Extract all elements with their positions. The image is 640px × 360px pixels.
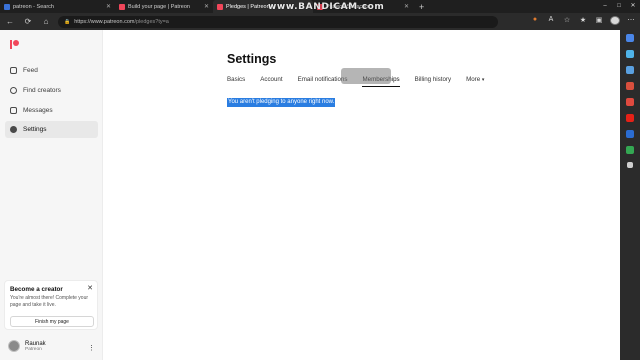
patreon-icon [217,3,223,10]
url-host: https://www.patreon.com [74,18,135,25]
feed-icon [10,67,17,74]
new-tab-button[interactable]: + [413,2,430,12]
tab-label: Pledges | Patreon [226,3,270,10]
avatar [8,340,20,352]
address-bar-row: ← ⟳ ⌂ 🔒 https://www.patreon.com/pledges?… [0,13,640,30]
gear-icon [10,126,17,133]
favorites-bar-icon[interactable]: ★ [578,16,588,27]
empty-pledges-message: You aren't pledging to anyone right now. [227,98,336,107]
sidebar-item-feed[interactable]: Feed [5,62,98,79]
add-icon[interactable] [627,162,633,168]
chevron-down-icon: ▾ [481,77,485,83]
message-icon [10,107,17,114]
patreon-page: Feed Find creators Messages Settings Bec… [0,30,620,360]
sidebar-item-find-creators[interactable]: Find creators [5,82,98,99]
sidebar-item-label: Feed [23,67,38,74]
card-text: You're almost there! Complete your page … [10,295,89,308]
sidebar-item-label: Messages [23,107,53,114]
close-icon[interactable]: ✕ [404,3,409,10]
url-path: /pledges?ty=a [134,18,169,25]
compass-icon [10,87,17,94]
briefcase-icon[interactable] [626,66,634,74]
reload-button[interactable]: ⟳ [22,17,34,26]
page-title: Settings [227,52,277,66]
left-navigation: Feed Find creators Messages Settings Bec… [0,30,103,360]
favorite-icon[interactable]: ☆ [562,16,572,27]
collections-icon[interactable]: ▣ [594,16,604,27]
tag-icon[interactable] [626,50,634,58]
hover-highlight [341,68,391,84]
close-icon[interactable]: ✕ [204,3,209,10]
lock-icon: 🔒 [64,18,71,25]
recorder-watermark: www.BANDICAM.com [268,2,385,12]
patreon-icon [119,3,125,10]
tab-more-label: More [466,76,481,83]
more-options-icon[interactable]: ⋮ [88,344,95,352]
close-window-button[interactable]: ✕ [626,0,640,13]
finish-my-page-button[interactable]: Finish my page [10,316,94,327]
tab-basics[interactable]: Basics [227,76,245,87]
extension-icon[interactable]: ● [530,16,540,27]
youtube-icon[interactable] [626,114,634,122]
tab-more[interactable]: More ▾ [466,76,484,87]
menu-icon[interactable]: ⋯ [626,16,636,27]
card-title: Become a creator [10,286,63,293]
browser-toolbar: ● A ☆ ★ ▣ ⋯ [530,16,636,27]
patreon-logo-icon[interactable] [10,40,19,49]
tab-account[interactable]: Account [260,76,282,87]
outlook-icon[interactable] [626,130,634,138]
home-button[interactable]: ⌂ [40,17,52,26]
office-icon[interactable] [626,82,634,90]
close-icon[interactable]: ✕ [87,284,93,292]
user-name: Raunak [25,340,46,347]
tab-billing-history[interactable]: Billing history [415,76,451,87]
bing-icon [4,3,10,10]
tab-label: Build your page | Patreon [128,3,190,10]
become-creator-card: Become a creator ✕ You're almost there! … [4,280,98,330]
minimize-button[interactable]: – [598,0,612,13]
window-controls: – □ ✕ [598,0,640,13]
browser-tab-search[interactable]: patreon - Search ✕ [0,0,115,13]
edge-sidebar [620,30,640,360]
tab-email-notifications[interactable]: Email notifications [298,76,348,87]
sidebar-item-messages[interactable]: Messages [5,102,98,119]
sidebar-item-label: Settings [23,126,47,133]
maximize-button[interactable]: □ [612,0,626,13]
tab-label: patreon - Search [13,3,54,10]
browser-tab-build-page[interactable]: Build your page | Patreon ✕ [115,0,213,13]
read-aloud-icon[interactable]: A [546,16,556,27]
sidebar-item-settings[interactable]: Settings [5,121,98,138]
profile-icon[interactable] [610,16,620,27]
user-profile[interactable]: Raunak Patreon [8,340,46,352]
search-icon[interactable] [626,34,634,42]
sidebar-item-label: Find creators [23,87,61,94]
url-field[interactable]: 🔒 https://www.patreon.com/pledges?ty=a [58,15,498,28]
user-subtitle: Patreon [25,346,42,352]
drive-icon[interactable] [626,146,634,154]
close-icon[interactable]: ✕ [106,3,111,10]
back-button[interactable]: ← [4,17,16,26]
gmail-icon[interactable] [626,98,634,106]
